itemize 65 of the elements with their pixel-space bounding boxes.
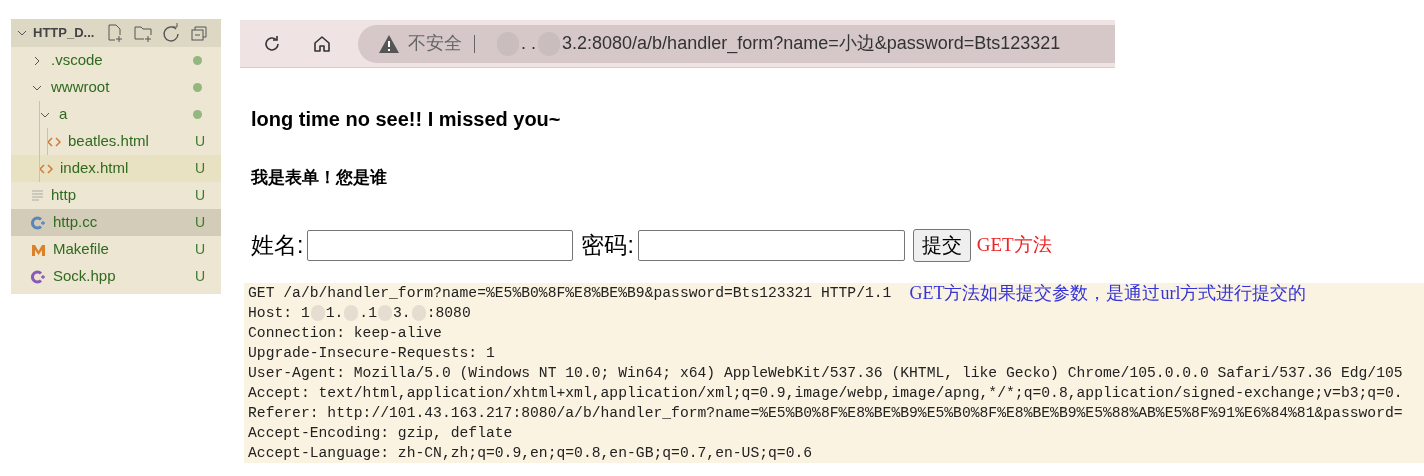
file-name: .vscode xyxy=(51,50,104,71)
header-line: Accept: text/html,application/xhtml+xml,application/xml;q=0.9,image/webp,image/apng,*/*;q=0.8,application/signed-exchange;v=b3;q=0. xyxy=(248,384,1404,403)
code-icon xyxy=(47,135,61,148)
url-text: . . xyxy=(521,32,536,55)
explorer-title: HTTP_D... xyxy=(33,24,95,43)
header-line: :8080 xyxy=(426,304,471,323)
c-plus-plus-icon xyxy=(31,215,46,230)
git-status: U xyxy=(194,213,205,232)
tree-item[interactable]: beatles.html U xyxy=(11,128,221,155)
tree-item[interactable]: Makefile U xyxy=(11,236,221,263)
git-status: U xyxy=(194,186,205,205)
password-field[interactable] xyxy=(637,229,905,261)
header-line: .1 xyxy=(359,304,377,323)
url-text: 3.2 xyxy=(562,32,588,55)
header-line: 3. xyxy=(393,304,411,323)
page-heading: long time no see!! I missed you~ xyxy=(251,107,562,132)
address-bar[interactable]: 不安全 . . 3.2:8080/a/b/handler_form?name=小边&password=Bts123321 xyxy=(358,24,1115,63)
file-name: wwwroot xyxy=(51,77,111,98)
header-line: Accept-Encoding: gzip, deflate xyxy=(248,424,514,443)
file-name: a xyxy=(59,104,69,125)
git-status: U xyxy=(194,267,205,286)
git-status: U xyxy=(194,159,205,178)
tree-item[interactable]: Sock.hpp U xyxy=(11,263,221,290)
file-name: beatles.html xyxy=(68,131,150,152)
name-field[interactable] xyxy=(307,229,574,261)
tree-item[interactable]: index.html U xyxy=(11,155,221,182)
submit-button[interactable]: 提交 xyxy=(912,228,971,262)
refresh-icon xyxy=(161,23,182,43)
header-line: User-Agent: Mozilla/5.0 (Windows NT 10.0; Win64; x64) AppleWebKit/537.36 (KHTML, like Gecko) Chrome/105.0.0.0 Safari/537.36 Edg/105 xyxy=(248,364,1404,383)
annotation-text: GET方法如果提交参数，是通过url方式进行提交的 xyxy=(909,283,1307,303)
header-line: Upgrade-Insecure-Requests: 1 xyxy=(248,344,496,363)
tree-item[interactable]: http.cc U xyxy=(11,209,221,236)
c-plus-plus-icon xyxy=(31,269,46,284)
file-name: http xyxy=(51,185,78,206)
new-folder-icon xyxy=(133,23,154,43)
git-status: U xyxy=(194,240,205,259)
field-label: 姓名: xyxy=(251,231,304,260)
file-name: Makefile xyxy=(53,239,110,260)
reload-icon xyxy=(262,33,282,54)
file-name: http.cc xyxy=(53,212,99,233)
header-line: 1. xyxy=(325,304,344,323)
method-note: GET方法 xyxy=(976,233,1052,257)
file-name: index.html xyxy=(60,158,130,179)
tree-item[interactable]: .vscode xyxy=(11,47,221,74)
lines-icon xyxy=(31,189,44,202)
code-icon xyxy=(39,162,53,175)
security-label: 不安全 xyxy=(408,32,462,55)
warning-icon xyxy=(378,33,400,54)
m-letter-icon xyxy=(31,242,46,257)
tree-item[interactable]: http U xyxy=(11,182,221,209)
header-line: Connection: keep-alive xyxy=(248,324,443,343)
collapse-icon xyxy=(189,23,210,43)
home-icon xyxy=(312,33,332,54)
url-text: :8080/a/b/handler_form?name=小边&password=Bts123321 xyxy=(587,32,1061,56)
tree-item[interactable]: a xyxy=(11,101,221,128)
page-subheading: 我是表单！您是谁 xyxy=(251,167,388,189)
header-line: Referer: http://101.43.163.217:8080/a/b/handler_form?name=%E5%B0%8F%E8%BE%B9%E5%B0%8F%E8%BE%B9%E5%88%AB%E5%8F%91%E6%84%81&password= xyxy=(248,404,1404,423)
header-line: Host: 1 xyxy=(248,304,310,323)
header-line: Accept-Language: zh-CN,zh;q=0.9,en;q=0.8,en-GB;q=0.7,en-US;q=0.6 xyxy=(248,444,814,463)
file-name: Sock.hpp xyxy=(53,266,117,287)
field-label: 密码: xyxy=(581,231,634,260)
request-line: GET /a/b/handler_form?name=%E5%B0%8F%E8%BE%B9&password=Bts123321 HTTP/1.1 xyxy=(248,284,892,303)
git-status: U xyxy=(194,132,205,151)
chevron-down-icon xyxy=(17,28,27,38)
tree-item[interactable]: wwwroot xyxy=(11,74,221,101)
